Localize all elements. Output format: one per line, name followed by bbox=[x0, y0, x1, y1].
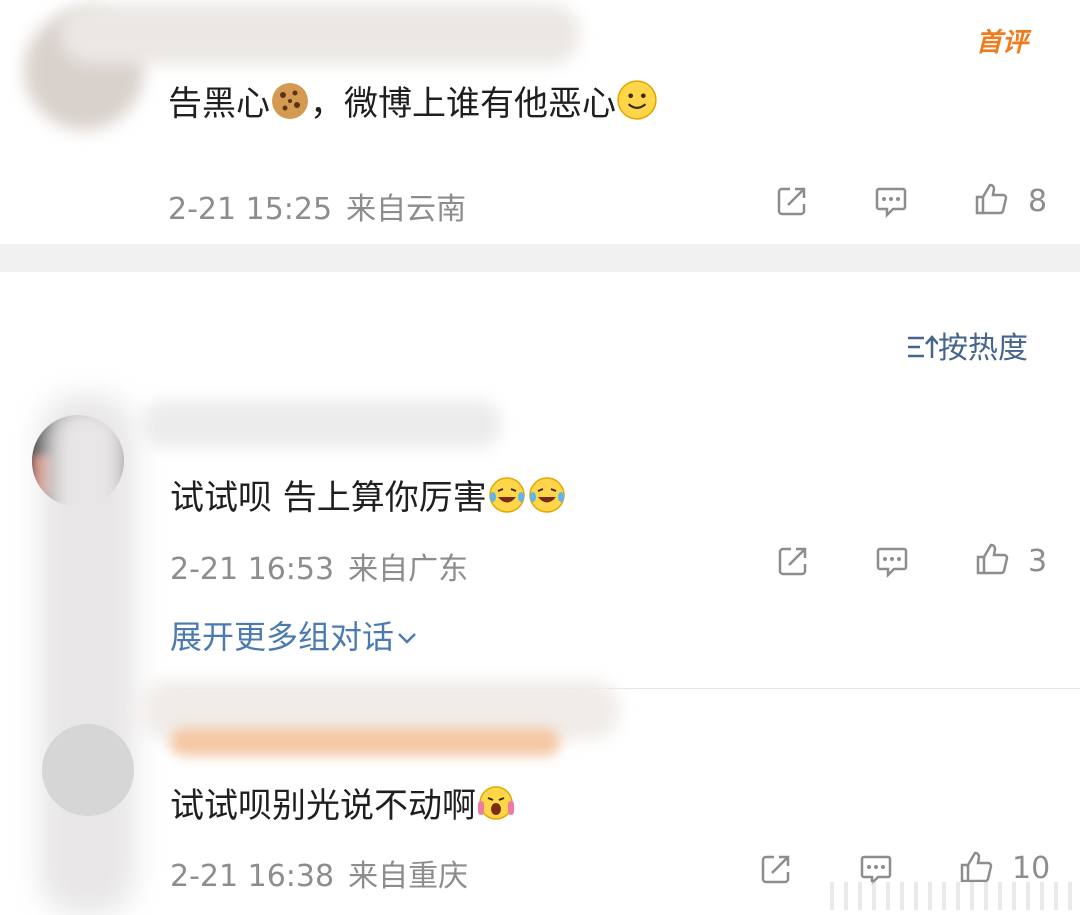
timestamp: 2-21 16:53 bbox=[170, 552, 335, 587]
blur-overlay bbox=[40, 395, 135, 915]
comment-text-part: ，微博上谁有他恶心 bbox=[310, 84, 616, 124]
expand-conversation-link[interactable]: 展开更多组对话 bbox=[170, 612, 418, 658]
location: 来自重庆 bbox=[348, 859, 469, 894]
like-icon[interactable] bbox=[973, 181, 1009, 217]
comment-text-part: 告黑心 bbox=[168, 84, 270, 124]
cookie-emoji bbox=[270, 81, 310, 130]
sort-button[interactable]: 按热度 bbox=[906, 323, 1028, 370]
comment-text: 试试呗 告上算你厉害 bbox=[170, 470, 567, 524]
timestamp: 2-21 16:38 bbox=[170, 859, 335, 894]
comment-icon[interactable] bbox=[874, 543, 910, 579]
comment-meta: 2-21 15:25 来自云南 bbox=[168, 184, 466, 228]
avatar[interactable] bbox=[42, 724, 134, 816]
comment-meta: 2-21 16:53 来自广东 bbox=[170, 544, 468, 588]
share-icon[interactable] bbox=[775, 543, 811, 579]
username[interactable] bbox=[142, 400, 502, 448]
first-comment-badge: 首评 bbox=[976, 28, 1029, 58]
share-icon[interactable] bbox=[758, 851, 794, 887]
location: 来自云南 bbox=[346, 192, 467, 227]
comment-icon[interactable] bbox=[873, 183, 909, 219]
comment-text-part: 试试呗 告上算你厉害 bbox=[170, 478, 487, 518]
comment-text: 告黑心 ，微博上谁有他恶心 bbox=[168, 76, 658, 130]
username[interactable] bbox=[60, 4, 580, 64]
username-orange[interactable] bbox=[170, 728, 560, 756]
like-count: 10 bbox=[1012, 851, 1051, 886]
timestamp: 2-21 15:25 bbox=[168, 192, 333, 227]
sort-label: 按热度 bbox=[938, 331, 1028, 366]
smile-emoji bbox=[616, 79, 658, 130]
watermark-overlay bbox=[820, 882, 1080, 910]
laugh-cry-emoji bbox=[527, 475, 567, 524]
laugh-cry-emoji bbox=[487, 475, 527, 524]
scream-emoji bbox=[476, 783, 516, 832]
comment-text-part: 试试呗别光说不动啊 bbox=[170, 786, 476, 826]
like-count: 3 bbox=[1028, 544, 1048, 579]
like-icon[interactable] bbox=[958, 849, 994, 885]
expand-label: 展开更多组对话 bbox=[170, 618, 395, 656]
section-divider bbox=[0, 244, 1080, 272]
location: 来自广东 bbox=[348, 552, 469, 587]
like-icon[interactable] bbox=[974, 541, 1010, 577]
comment-text: 试试呗别光说不动啊 bbox=[170, 778, 516, 832]
like-count: 8 bbox=[1028, 184, 1048, 219]
comment-meta: 2-21 16:38 来自重庆 bbox=[170, 851, 468, 895]
share-icon[interactable] bbox=[774, 183, 810, 219]
chevron-down-icon bbox=[396, 616, 418, 654]
sort-icon bbox=[906, 332, 939, 370]
